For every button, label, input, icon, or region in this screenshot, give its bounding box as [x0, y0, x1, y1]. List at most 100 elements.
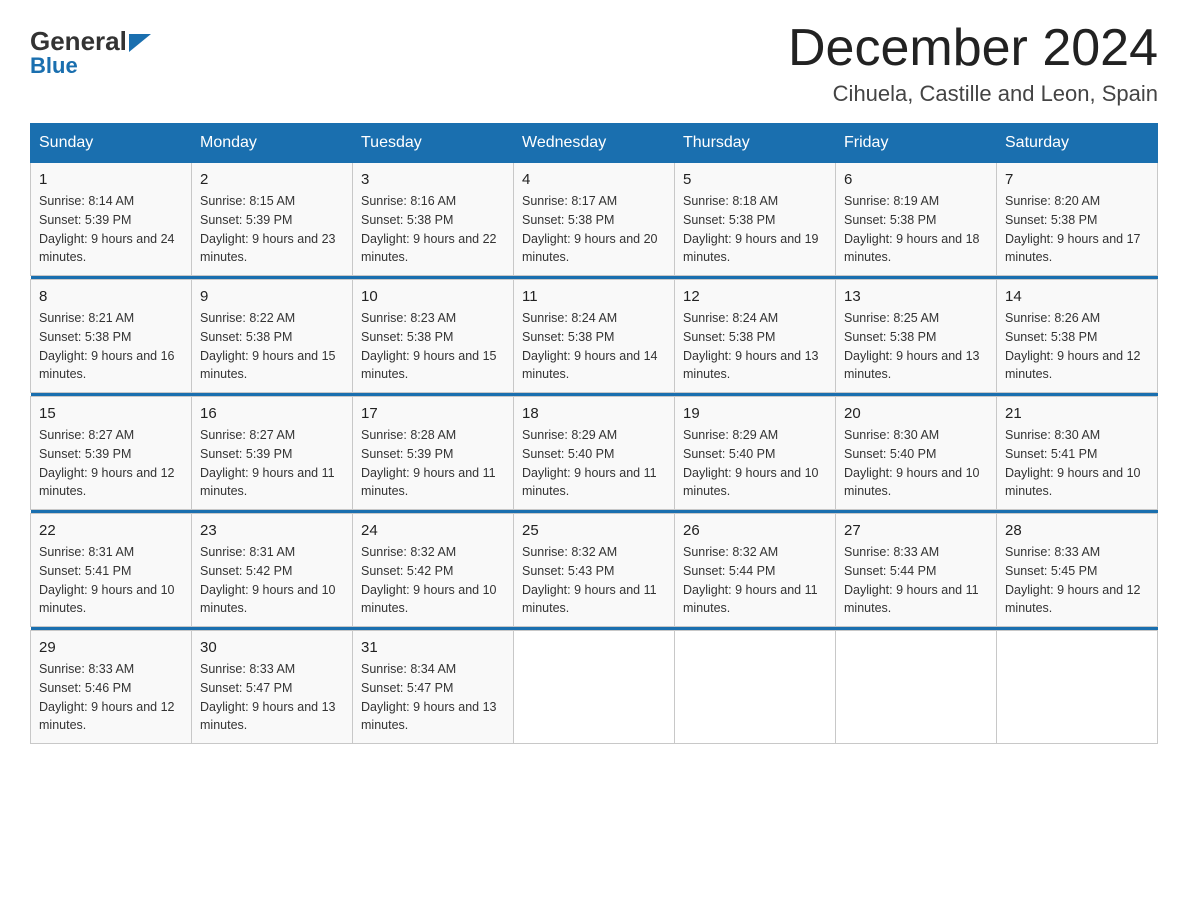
day-number: 12 — [683, 288, 827, 305]
calendar-cell: 21 Sunrise: 8:30 AM Sunset: 5:41 PM Dayl… — [997, 397, 1158, 510]
day-number: 23 — [200, 522, 344, 539]
day-number: 3 — [361, 171, 505, 188]
page-header: General Blue December 2024 Cihuela, Cast… — [30, 20, 1158, 107]
calendar-cell: 30 Sunrise: 8:33 AM Sunset: 5:47 PM Dayl… — [192, 631, 353, 744]
day-info: Sunrise: 8:27 AM Sunset: 5:39 PM Dayligh… — [200, 426, 344, 501]
day-info: Sunrise: 8:24 AM Sunset: 5:38 PM Dayligh… — [522, 309, 666, 384]
calendar-cell: 31 Sunrise: 8:34 AM Sunset: 5:47 PM Dayl… — [353, 631, 514, 744]
day-number: 29 — [39, 639, 183, 656]
day-info: Sunrise: 8:24 AM Sunset: 5:38 PM Dayligh… — [683, 309, 827, 384]
day-info: Sunrise: 8:18 AM Sunset: 5:38 PM Dayligh… — [683, 192, 827, 267]
day-number: 22 — [39, 522, 183, 539]
day-info: Sunrise: 8:32 AM Sunset: 5:44 PM Dayligh… — [683, 543, 827, 618]
col-header-sunday: Sunday — [31, 124, 192, 163]
day-info: Sunrise: 8:26 AM Sunset: 5:38 PM Dayligh… — [1005, 309, 1149, 384]
day-info: Sunrise: 8:30 AM Sunset: 5:41 PM Dayligh… — [1005, 426, 1149, 501]
day-info: Sunrise: 8:33 AM Sunset: 5:44 PM Dayligh… — [844, 543, 988, 618]
calendar-table: Sunday Monday Tuesday Wednesday Thursday… — [30, 123, 1158, 744]
calendar-cell: 9 Sunrise: 8:22 AM Sunset: 5:38 PM Dayli… — [192, 280, 353, 393]
day-number: 24 — [361, 522, 505, 539]
day-number: 5 — [683, 171, 827, 188]
calendar-week-row: 1 Sunrise: 8:14 AM Sunset: 5:39 PM Dayli… — [31, 163, 1158, 276]
calendar-cell: 27 Sunrise: 8:33 AM Sunset: 5:44 PM Dayl… — [836, 514, 997, 627]
calendar-week-row: 15 Sunrise: 8:27 AM Sunset: 5:39 PM Dayl… — [31, 397, 1158, 510]
calendar-cell: 26 Sunrise: 8:32 AM Sunset: 5:44 PM Dayl… — [675, 514, 836, 627]
day-number: 14 — [1005, 288, 1149, 305]
col-header-monday: Monday — [192, 124, 353, 163]
title-block: December 2024 Cihuela, Castille and Leon… — [788, 20, 1158, 107]
calendar-cell: 20 Sunrise: 8:30 AM Sunset: 5:40 PM Dayl… — [836, 397, 997, 510]
day-info: Sunrise: 8:19 AM Sunset: 5:38 PM Dayligh… — [844, 192, 988, 267]
calendar-cell — [514, 631, 675, 744]
calendar-cell: 22 Sunrise: 8:31 AM Sunset: 5:41 PM Dayl… — [31, 514, 192, 627]
calendar-cell — [997, 631, 1158, 744]
day-info: Sunrise: 8:31 AM Sunset: 5:42 PM Dayligh… — [200, 543, 344, 618]
day-info: Sunrise: 8:23 AM Sunset: 5:38 PM Dayligh… — [361, 309, 505, 384]
day-info: Sunrise: 8:33 AM Sunset: 5:45 PM Dayligh… — [1005, 543, 1149, 618]
day-number: 28 — [1005, 522, 1149, 539]
day-number: 10 — [361, 288, 505, 305]
page-subtitle: Cihuela, Castille and Leon, Spain — [788, 81, 1158, 107]
day-info: Sunrise: 8:20 AM Sunset: 5:38 PM Dayligh… — [1005, 192, 1149, 267]
calendar-cell: 13 Sunrise: 8:25 AM Sunset: 5:38 PM Dayl… — [836, 280, 997, 393]
day-info: Sunrise: 8:17 AM Sunset: 5:38 PM Dayligh… — [522, 192, 666, 267]
day-number: 31 — [361, 639, 505, 656]
day-number: 8 — [39, 288, 183, 305]
day-info: Sunrise: 8:34 AM Sunset: 5:47 PM Dayligh… — [361, 660, 505, 735]
calendar-cell: 16 Sunrise: 8:27 AM Sunset: 5:39 PM Dayl… — [192, 397, 353, 510]
col-header-wednesday: Wednesday — [514, 124, 675, 163]
calendar-cell — [836, 631, 997, 744]
day-info: Sunrise: 8:32 AM Sunset: 5:43 PM Dayligh… — [522, 543, 666, 618]
day-number: 30 — [200, 639, 344, 656]
day-number: 7 — [1005, 171, 1149, 188]
day-number: 1 — [39, 171, 183, 188]
calendar-cell: 8 Sunrise: 8:21 AM Sunset: 5:38 PM Dayli… — [31, 280, 192, 393]
calendar-cell: 12 Sunrise: 8:24 AM Sunset: 5:38 PM Dayl… — [675, 280, 836, 393]
calendar-cell: 1 Sunrise: 8:14 AM Sunset: 5:39 PM Dayli… — [31, 163, 192, 276]
calendar-cell: 17 Sunrise: 8:28 AM Sunset: 5:39 PM Dayl… — [353, 397, 514, 510]
logo-blue-text: Blue — [30, 53, 78, 79]
day-info: Sunrise: 8:21 AM Sunset: 5:38 PM Dayligh… — [39, 309, 183, 384]
calendar-cell: 25 Sunrise: 8:32 AM Sunset: 5:43 PM Dayl… — [514, 514, 675, 627]
calendar-week-row: 8 Sunrise: 8:21 AM Sunset: 5:38 PM Dayli… — [31, 280, 1158, 393]
col-header-thursday: Thursday — [675, 124, 836, 163]
day-number: 20 — [844, 405, 988, 422]
col-header-saturday: Saturday — [997, 124, 1158, 163]
day-info: Sunrise: 8:14 AM Sunset: 5:39 PM Dayligh… — [39, 192, 183, 267]
day-info: Sunrise: 8:32 AM Sunset: 5:42 PM Dayligh… — [361, 543, 505, 618]
calendar-cell: 18 Sunrise: 8:29 AM Sunset: 5:40 PM Dayl… — [514, 397, 675, 510]
calendar-cell: 6 Sunrise: 8:19 AM Sunset: 5:38 PM Dayli… — [836, 163, 997, 276]
calendar-cell — [675, 631, 836, 744]
calendar-week-row: 29 Sunrise: 8:33 AM Sunset: 5:46 PM Dayl… — [31, 631, 1158, 744]
day-info: Sunrise: 8:28 AM Sunset: 5:39 PM Dayligh… — [361, 426, 505, 501]
day-number: 15 — [39, 405, 183, 422]
logo: General Blue — [30, 26, 151, 79]
calendar-cell: 2 Sunrise: 8:15 AM Sunset: 5:39 PM Dayli… — [192, 163, 353, 276]
day-number: 19 — [683, 405, 827, 422]
day-info: Sunrise: 8:31 AM Sunset: 5:41 PM Dayligh… — [39, 543, 183, 618]
calendar-cell: 10 Sunrise: 8:23 AM Sunset: 5:38 PM Dayl… — [353, 280, 514, 393]
day-info: Sunrise: 8:33 AM Sunset: 5:47 PM Dayligh… — [200, 660, 344, 735]
page-title: December 2024 — [788, 20, 1158, 77]
calendar-cell: 5 Sunrise: 8:18 AM Sunset: 5:38 PM Dayli… — [675, 163, 836, 276]
col-header-friday: Friday — [836, 124, 997, 163]
calendar-cell: 19 Sunrise: 8:29 AM Sunset: 5:40 PM Dayl… — [675, 397, 836, 510]
calendar-cell: 23 Sunrise: 8:31 AM Sunset: 5:42 PM Dayl… — [192, 514, 353, 627]
calendar-header-row: Sunday Monday Tuesday Wednesday Thursday… — [31, 124, 1158, 163]
day-number: 11 — [522, 288, 666, 305]
col-header-tuesday: Tuesday — [353, 124, 514, 163]
day-info: Sunrise: 8:22 AM Sunset: 5:38 PM Dayligh… — [200, 309, 344, 384]
day-info: Sunrise: 8:30 AM Sunset: 5:40 PM Dayligh… — [844, 426, 988, 501]
day-number: 18 — [522, 405, 666, 422]
day-info: Sunrise: 8:27 AM Sunset: 5:39 PM Dayligh… — [39, 426, 183, 501]
day-number: 6 — [844, 171, 988, 188]
day-number: 16 — [200, 405, 344, 422]
logo-arrow-icon — [129, 34, 151, 52]
calendar-cell: 4 Sunrise: 8:17 AM Sunset: 5:38 PM Dayli… — [514, 163, 675, 276]
day-number: 25 — [522, 522, 666, 539]
calendar-cell: 7 Sunrise: 8:20 AM Sunset: 5:38 PM Dayli… — [997, 163, 1158, 276]
calendar-cell: 15 Sunrise: 8:27 AM Sunset: 5:39 PM Dayl… — [31, 397, 192, 510]
day-number: 17 — [361, 405, 505, 422]
day-number: 9 — [200, 288, 344, 305]
day-info: Sunrise: 8:16 AM Sunset: 5:38 PM Dayligh… — [361, 192, 505, 267]
